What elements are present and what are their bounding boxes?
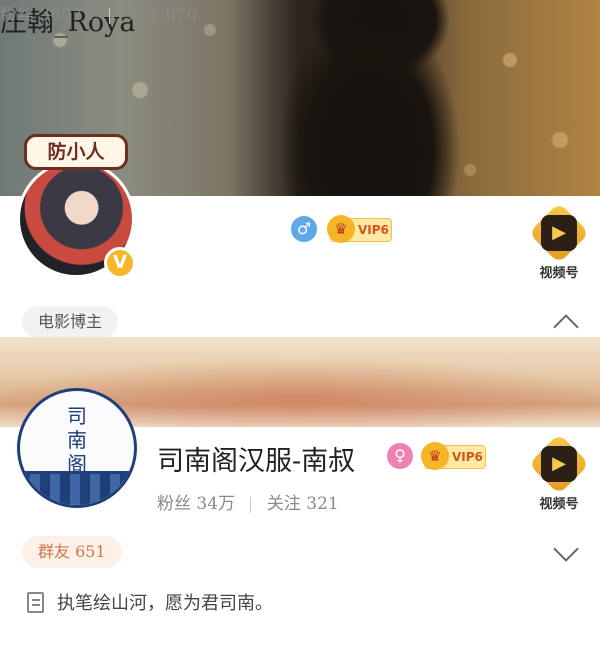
following-label: 关注 (125, 5, 160, 25)
vip-badge-1[interactable]: ♛ VIP6 (327, 215, 392, 243)
vip-label: VIP6 (452, 450, 483, 464)
group-members-tag[interactable]: 群友 651 (22, 536, 122, 568)
followers-label: 粉丝 (0, 5, 34, 25)
crown-icon: ♛ (327, 215, 355, 243)
logo-char-2: 南 (67, 428, 87, 452)
verified-icon: V (104, 247, 136, 279)
document-icon (27, 592, 44, 613)
vip-badge-2[interactable]: ♛ VIP6 (421, 442, 486, 470)
followers-label: 粉丝 (157, 494, 191, 514)
male-gender-icon: ♂ (291, 216, 317, 242)
female-gender-icon: ♀ (387, 443, 413, 469)
crown-icon: ♛ (421, 442, 449, 470)
avatar-2[interactable]: 司 南 阁 (17, 388, 137, 508)
play-icon: ▶ (541, 215, 577, 251)
profile-bio: 执笔绘山河，愿为君司南。 (57, 593, 273, 614)
stats-divider (250, 496, 252, 513)
video-channel-label: 视频号 (539, 266, 579, 281)
following-label: 关注 (266, 494, 301, 514)
stats-1: 粉丝 36072 关注 676 (0, 0, 197, 25)
play-icon: ▶ (541, 446, 577, 482)
video-channel-button-2[interactable]: ▶ 视频号 (520, 433, 598, 515)
vip-label: VIP6 (358, 223, 389, 237)
logo-waves (20, 471, 134, 505)
logo-char-1: 司 (67, 404, 87, 428)
category-tag[interactable]: 电影博主 (22, 306, 119, 338)
following-count[interactable]: 321 (306, 494, 338, 514)
stats-divider (108, 7, 110, 24)
avatar-frame-badge: 防小人 (24, 134, 128, 170)
followers-count[interactable]: 36072 (39, 5, 93, 25)
followers-count[interactable]: 34万 (196, 494, 235, 514)
following-count[interactable]: 676 (165, 5, 197, 25)
profile-name-2[interactable]: 司南阁汉服-南叔 (157, 439, 355, 478)
video-channel-label: 视频号 (539, 497, 579, 512)
stats-2: 粉丝 34万 关注 321 (157, 489, 339, 514)
video-channel-button-1[interactable]: ▶ 视频号 (520, 202, 598, 284)
